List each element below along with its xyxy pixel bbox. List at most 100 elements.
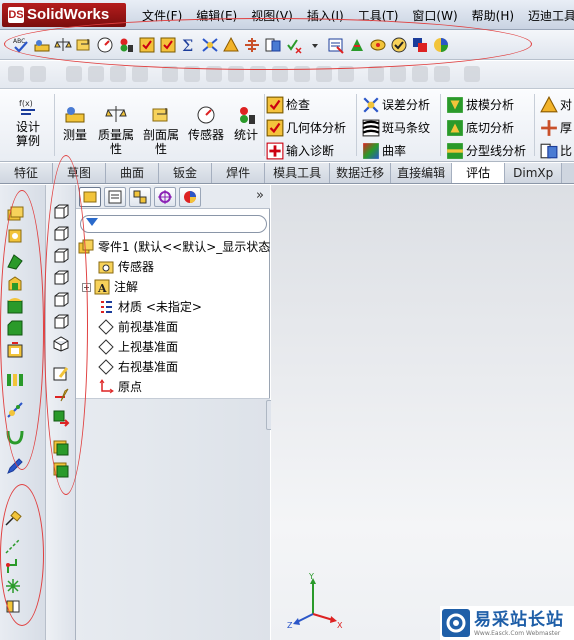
tab-sketch[interactable]: 草图 (53, 163, 107, 183)
tree-item-annotations[interactable]: + A 注解 (82, 277, 138, 297)
tab-surfaces[interactable]: 曲面 (106, 163, 160, 183)
sensor-icon[interactable] (96, 36, 114, 54)
tree-item-material[interactable]: 材质 <未指定> (98, 297, 202, 317)
centerline-icon[interactable] (4, 537, 22, 555)
compare-documents-button[interactable]: 比 (540, 140, 572, 160)
deviation-analysis-icon[interactable] (201, 36, 219, 54)
sensor-button[interactable]: 传感器 (186, 104, 226, 142)
tab-features[interactable]: 特征 (0, 163, 54, 183)
rib-icon[interactable] (6, 401, 24, 419)
menu-view[interactable]: 视图(V) (244, 7, 300, 25)
check-icon[interactable] (138, 36, 156, 54)
menu-file[interactable]: 文件(F) (135, 7, 189, 25)
dimxpert-manager-tab-icon[interactable] (154, 186, 176, 207)
menu-insert[interactable]: 插入(I) (300, 7, 351, 25)
check-button[interactable]: 检查 (266, 94, 310, 114)
extrude-boss-icon[interactable] (6, 205, 24, 223)
front-view-icon[interactable] (52, 203, 70, 221)
dimxpert-icon[interactable] (348, 36, 366, 54)
menu-help[interactable]: 帮助(H) (465, 7, 521, 25)
menu-edit[interactable]: 编辑(E) (189, 7, 244, 25)
symmetry-check-button[interactable]: 对 (540, 94, 572, 114)
configuration-manager-tab-icon[interactable] (129, 186, 151, 207)
undercut-analysis-button[interactable]: 底切分析 (446, 117, 514, 137)
convert-entities-icon[interactable] (52, 439, 70, 457)
statistics-button[interactable]: 统计 (230, 104, 262, 142)
back-view-icon[interactable] (52, 225, 70, 243)
right-view-icon[interactable] (52, 269, 70, 287)
thickness-analysis-button[interactable]: 厚 (540, 117, 572, 137)
revolve-boss-icon[interactable] (6, 227, 24, 245)
left-view-icon[interactable] (52, 247, 70, 265)
bottom-view-icon[interactable] (52, 313, 70, 331)
sigma-icon[interactable]: Σ (180, 36, 198, 54)
tree-item-origin[interactable]: 原点 (98, 377, 142, 397)
solidworks-logo[interactable]: DS SolidWorks (2, 3, 126, 27)
curves-icon[interactable] (6, 427, 24, 445)
expand-toggle[interactable]: + (82, 282, 91, 292)
linear-pattern-icon[interactable] (6, 371, 24, 389)
menu-maidi-tools[interactable]: 迈迪工具 (521, 7, 574, 25)
loft-icon[interactable] (6, 275, 24, 293)
sketch-point-icon[interactable] (4, 577, 22, 595)
tree-item-right-plane[interactable]: 右视基准面 (98, 357, 178, 377)
isometric-view-icon[interactable] (52, 335, 70, 353)
feature-tree-tab-icon[interactable] (79, 186, 101, 207)
menu-window[interactable]: 窗口(W) (405, 7, 464, 25)
property-manager-tab-icon[interactable] (104, 186, 126, 207)
relation-icon[interactable] (4, 597, 22, 615)
section-properties-button[interactable]: 剖面属性 (140, 104, 182, 156)
draft-analysis-button[interactable]: 拔模分析 (446, 94, 514, 114)
design-study-button[interactable]: f(x) 设计算例 (8, 96, 48, 148)
deviation-analysis-button[interactable]: 误差分析 (362, 94, 430, 114)
tab-dimxpert[interactable]: DimXp (505, 163, 563, 183)
sketch-line-icon[interactable] (4, 510, 22, 529)
sweep-icon[interactable] (6, 253, 24, 271)
compare-icon[interactable] (264, 36, 282, 54)
thickness-analysis-icon[interactable] (243, 36, 261, 54)
sketch-tools-icon[interactable] (52, 365, 70, 383)
feature-tree-filter-input[interactable] (80, 215, 267, 233)
check-mark-icon[interactable] (390, 36, 408, 54)
tree-item-front-plane[interactable]: 前视基准面 (98, 317, 178, 337)
geometry-analysis-icon[interactable] (159, 36, 177, 54)
import-diagnostics-icon[interactable] (327, 36, 345, 54)
statistics-icon[interactable] (117, 36, 135, 54)
point-icon[interactable] (4, 557, 22, 575)
tab-sheet-metal[interactable]: 钣金 (159, 163, 213, 183)
move-entities-icon[interactable] (52, 409, 70, 427)
geometry-analysis-button[interactable]: 几何体分析 (266, 117, 346, 137)
tab-direct-editing[interactable]: 直接编辑 (391, 163, 453, 183)
mass-properties-button[interactable]: 质量属性 (95, 104, 137, 156)
curvature-button[interactable]: 曲率 (362, 140, 406, 160)
tree-part-root[interactable]: 零件1 (默认<<默认>_显示状态 (78, 237, 270, 257)
tab-weldments[interactable]: 焊件 (212, 163, 266, 183)
appearance-icon[interactable] (411, 36, 429, 54)
mass-properties-icon[interactable] (54, 36, 72, 54)
measure-button[interactable]: 测量 (58, 104, 92, 142)
render-sphere-icon[interactable] (432, 36, 450, 54)
spell-check-icon[interactable]: ABC (12, 36, 30, 54)
import-diagnostics-button[interactable]: 输入诊断 (266, 140, 334, 160)
parting-line-analysis-button[interactable]: 分型线分析 (446, 140, 526, 160)
tab-data-migration[interactable]: 数据迁移 (330, 163, 392, 183)
tab-mold-tools[interactable]: 模具工具 (265, 163, 331, 183)
symmetry-check-icon[interactable] (285, 36, 303, 54)
zebra-stripes-button[interactable]: 斑马条纹 (362, 117, 430, 137)
sketch-pencil-icon[interactable] (6, 457, 24, 475)
more-tabs-button[interactable]: » (256, 188, 264, 203)
smart-dimension-icon[interactable] (52, 387, 70, 405)
dropdown-arrow-icon[interactable] (306, 36, 324, 54)
tab-evaluate[interactable]: 评估 (452, 163, 506, 183)
tree-item-top-plane[interactable]: 上视基准面 (98, 337, 178, 357)
top-view-icon[interactable] (52, 291, 70, 309)
measure-icon[interactable] (33, 36, 51, 54)
fillet-icon[interactable] (6, 297, 24, 315)
shell-icon[interactable] (6, 341, 24, 359)
menu-tools[interactable]: 工具(T) (351, 7, 406, 25)
tree-item-sensors[interactable]: 传感器 (98, 257, 154, 277)
display-manager-tab-icon[interactable] (179, 186, 201, 207)
chamfer-icon[interactable] (6, 319, 24, 337)
curvature-icon[interactable] (369, 36, 387, 54)
section-properties-icon[interactable] (75, 36, 93, 54)
